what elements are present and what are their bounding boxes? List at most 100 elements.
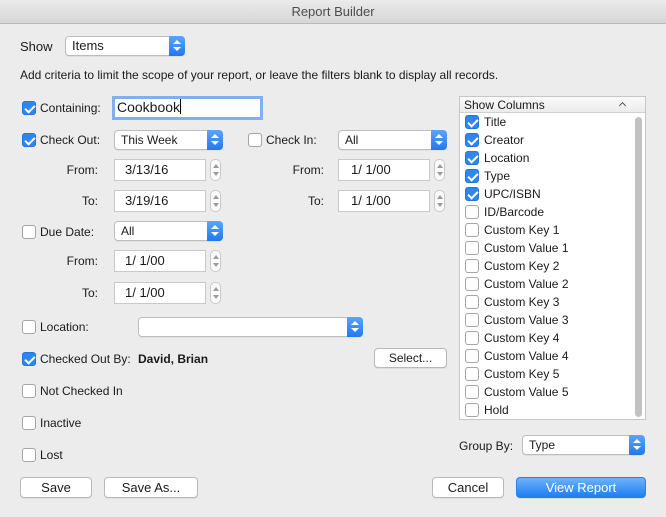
containing-checkbox[interactable]: [22, 101, 36, 115]
checkin-label: Check In:: [266, 133, 317, 147]
column-row[interactable]: ID/Barcode: [460, 203, 645, 221]
checkout-from-label: From:: [66, 163, 98, 177]
column-row[interactable]: Custom Key 2: [460, 257, 645, 275]
checkout-range-popup[interactable]: This Week: [114, 130, 223, 150]
checkin-from-field[interactable]: 1/ 1/00: [338, 159, 430, 181]
column-checkbox[interactable]: [465, 259, 479, 273]
column-checkbox[interactable]: [465, 133, 479, 147]
show-columns-table: Show Columns Title Creator Location Type UPC…: [459, 96, 646, 420]
column-checkbox[interactable]: [465, 169, 479, 183]
column-checkbox[interactable]: [465, 385, 479, 399]
window-title: Report Builder: [0, 0, 666, 24]
column-row[interactable]: Custom Key 3: [460, 293, 645, 311]
save-button[interactable]: Save: [20, 477, 92, 498]
column-checkbox[interactable]: [465, 313, 479, 327]
inactive-checkbox[interactable]: [22, 416, 36, 430]
column-row[interactable]: Location: [460, 149, 645, 167]
column-checkbox[interactable]: [465, 367, 479, 381]
checkout-from-stepper[interactable]: [210, 159, 221, 181]
duedate-range-popup[interactable]: All: [114, 221, 223, 241]
duedate-from-field[interactable]: 1/ 1/00: [114, 250, 206, 272]
containing-label: Containing:: [40, 101, 101, 115]
duedate-to-stepper[interactable]: [210, 282, 221, 304]
column-row[interactable]: Creator: [460, 131, 645, 149]
cancel-button[interactable]: Cancel: [432, 477, 504, 498]
column-row[interactable]: Custom Value 5: [460, 383, 645, 401]
column-row[interactable]: Custom Key 5: [460, 365, 645, 383]
column-label: UPC/ISBN: [484, 187, 541, 201]
column-checkbox[interactable]: [465, 205, 479, 219]
column-checkbox[interactable]: [465, 349, 479, 363]
group-by-value: Type: [529, 438, 556, 452]
duedate-to-field[interactable]: 1/ 1/00: [114, 282, 206, 304]
column-checkbox[interactable]: [465, 241, 479, 255]
lost-label: Lost: [40, 448, 63, 462]
select-patron-button[interactable]: Select...: [374, 348, 447, 368]
column-checkbox[interactable]: [465, 115, 479, 129]
chevron-updown-icon: [169, 36, 185, 56]
column-checkbox[interactable]: [465, 277, 479, 291]
view-report-button[interactable]: View Report: [516, 477, 646, 498]
checkout-to-field[interactable]: 3/19/16: [114, 190, 206, 212]
show-columns-header-label: Show Columns: [464, 98, 545, 112]
duedate-to-label: To:: [81, 286, 98, 300]
checkout-label: Check Out:: [40, 133, 101, 147]
column-checkbox[interactable]: [465, 403, 479, 417]
checked-out-by-checkbox[interactable]: [22, 352, 36, 366]
column-label: Type: [484, 169, 511, 183]
column-label: ID/Barcode: [484, 205, 545, 219]
checked-out-by-value: David, Brian: [138, 352, 209, 366]
duedate-from-stepper[interactable]: [210, 250, 221, 272]
chevron-updown-icon: [207, 130, 223, 150]
column-row[interactable]: Custom Key 4: [460, 329, 645, 347]
column-checkbox[interactable]: [465, 331, 479, 345]
column-label: Title: [484, 115, 507, 129]
checkout-checkbox[interactable]: [22, 133, 36, 147]
column-row[interactable]: Custom Value 3: [460, 311, 645, 329]
column-row[interactable]: Custom Value 1: [460, 239, 645, 257]
inactive-label: Inactive: [40, 416, 82, 430]
lost-checkbox[interactable]: [22, 448, 36, 462]
checkin-range-value: All: [345, 133, 359, 147]
location-label: Location:: [40, 320, 89, 334]
column-label: Custom Key 5: [484, 367, 560, 381]
column-row[interactable]: Hold: [460, 401, 645, 419]
column-checkbox[interactable]: [465, 295, 479, 309]
containing-input[interactable]: Cookbook: [112, 96, 263, 120]
chevron-updown-icon: [431, 130, 447, 150]
column-row[interactable]: Custom Key 1: [460, 221, 645, 239]
checkout-range-value: This Week: [121, 133, 178, 147]
location-checkbox[interactable]: [22, 320, 36, 334]
column-row[interactable]: Custom Value 4: [460, 347, 645, 365]
column-label: Custom Value 3: [484, 313, 569, 327]
group-by-popup[interactable]: Type: [522, 435, 645, 455]
not-checked-in-checkbox[interactable]: [22, 384, 36, 398]
checkin-to-field[interactable]: 1/ 1/00: [338, 190, 430, 212]
column-checkbox[interactable]: [465, 151, 479, 165]
location-popup[interactable]: [138, 317, 363, 337]
column-checkbox[interactable]: [465, 187, 479, 201]
chevron-updown-icon: [207, 221, 223, 241]
checkin-from-stepper[interactable]: [434, 159, 445, 181]
show-columns-scrollbar[interactable]: [635, 117, 642, 417]
column-label: Location: [484, 151, 530, 165]
duedate-checkbox[interactable]: [22, 225, 36, 239]
checkin-to-stepper[interactable]: [434, 190, 445, 212]
show-popup[interactable]: Items: [65, 36, 185, 56]
column-label: Custom Key 1: [484, 223, 560, 237]
save-as-button[interactable]: Save As...: [104, 477, 198, 498]
column-row[interactable]: Title: [460, 113, 645, 131]
column-row[interactable]: UPC/ISBN: [460, 185, 645, 203]
checkout-to-stepper[interactable]: [210, 190, 221, 212]
show-columns-header[interactable]: Show Columns: [460, 97, 645, 113]
column-checkbox[interactable]: [465, 223, 479, 237]
checkin-range-popup[interactable]: All: [338, 130, 447, 150]
checkout-from-field[interactable]: 3/13/16: [114, 159, 206, 181]
column-row[interactable]: Type: [460, 167, 645, 185]
show-popup-value: Items: [72, 38, 104, 53]
checkin-checkbox[interactable]: [248, 133, 262, 147]
report-builder-window: Report Builder Show Items Add criteria t…: [0, 0, 666, 517]
not-checked-in-label: Not Checked In: [40, 384, 123, 398]
column-row[interactable]: Custom Value 2: [460, 275, 645, 293]
checkin-from-label: From:: [292, 163, 324, 177]
